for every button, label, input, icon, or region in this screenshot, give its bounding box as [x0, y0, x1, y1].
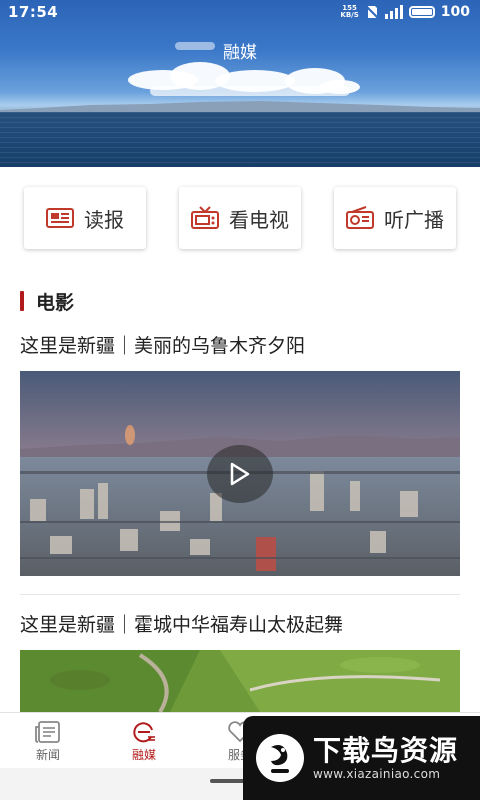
tab-media-label: 融媒	[131, 748, 156, 762]
battery-level: 100	[440, 4, 470, 20]
video-thumbnail[interactable]	[20, 371, 460, 576]
divider	[20, 594, 460, 595]
page-title: 融媒	[223, 43, 257, 63]
mountains-graphic	[0, 101, 480, 112]
play-icon	[230, 462, 250, 486]
section-accent-bar	[20, 291, 24, 311]
watermark-text: 下载鸟资源	[313, 734, 459, 767]
listen-radio-label: 听广播	[384, 207, 444, 232]
tv-icon	[191, 206, 219, 229]
media-e-icon	[133, 722, 155, 743]
watch-tv-button[interactable]: 看电视	[179, 187, 301, 249]
quick-actions: 读报 看电视 听广播	[0, 187, 480, 251]
tab-news-label: 新闻	[35, 748, 60, 762]
newspaper-tab-icon	[35, 721, 60, 743]
green-hills-image	[20, 650, 460, 712]
no-sim-icon	[365, 5, 379, 19]
signal-icon	[384, 5, 403, 19]
section-header: 电影	[20, 289, 75, 314]
article-title[interactable]: 这里是新疆｜霍城中华福寿山太极起舞	[20, 610, 343, 637]
radio-icon	[346, 206, 374, 229]
watermark-url: www.xiazainiao.com	[313, 767, 441, 781]
article-title[interactable]: 这里是新疆｜美丽的乌鲁木齐夕阳	[20, 331, 305, 358]
hero-banner: 融媒	[0, 0, 480, 167]
watch-tv-label: 看电视	[229, 207, 289, 232]
play-button[interactable]	[207, 445, 273, 503]
tab-news[interactable]: 新闻	[0, 713, 96, 769]
section-title: 电影	[36, 291, 75, 314]
tab-media[interactable]: 融媒	[96, 713, 192, 769]
listen-radio-button[interactable]: 听广播	[334, 187, 456, 249]
status-bar: 17:54 155 KB/S 100	[0, 0, 480, 24]
status-time: 17:54	[8, 3, 59, 21]
newspaper-icon	[46, 208, 74, 228]
net-speed-unit: KB/S	[340, 11, 359, 19]
video-thumbnail[interactable]	[20, 650, 460, 712]
read-newspaper-label: 读报	[84, 207, 124, 232]
bird-logo-icon	[256, 734, 304, 782]
net-speed: 155 KB/S	[340, 5, 358, 19]
watermark-badge: 下载鸟资源 www.xiazainiao.com	[243, 716, 480, 800]
battery-icon	[408, 6, 435, 18]
read-newspaper-button[interactable]: 读报	[24, 187, 146, 249]
